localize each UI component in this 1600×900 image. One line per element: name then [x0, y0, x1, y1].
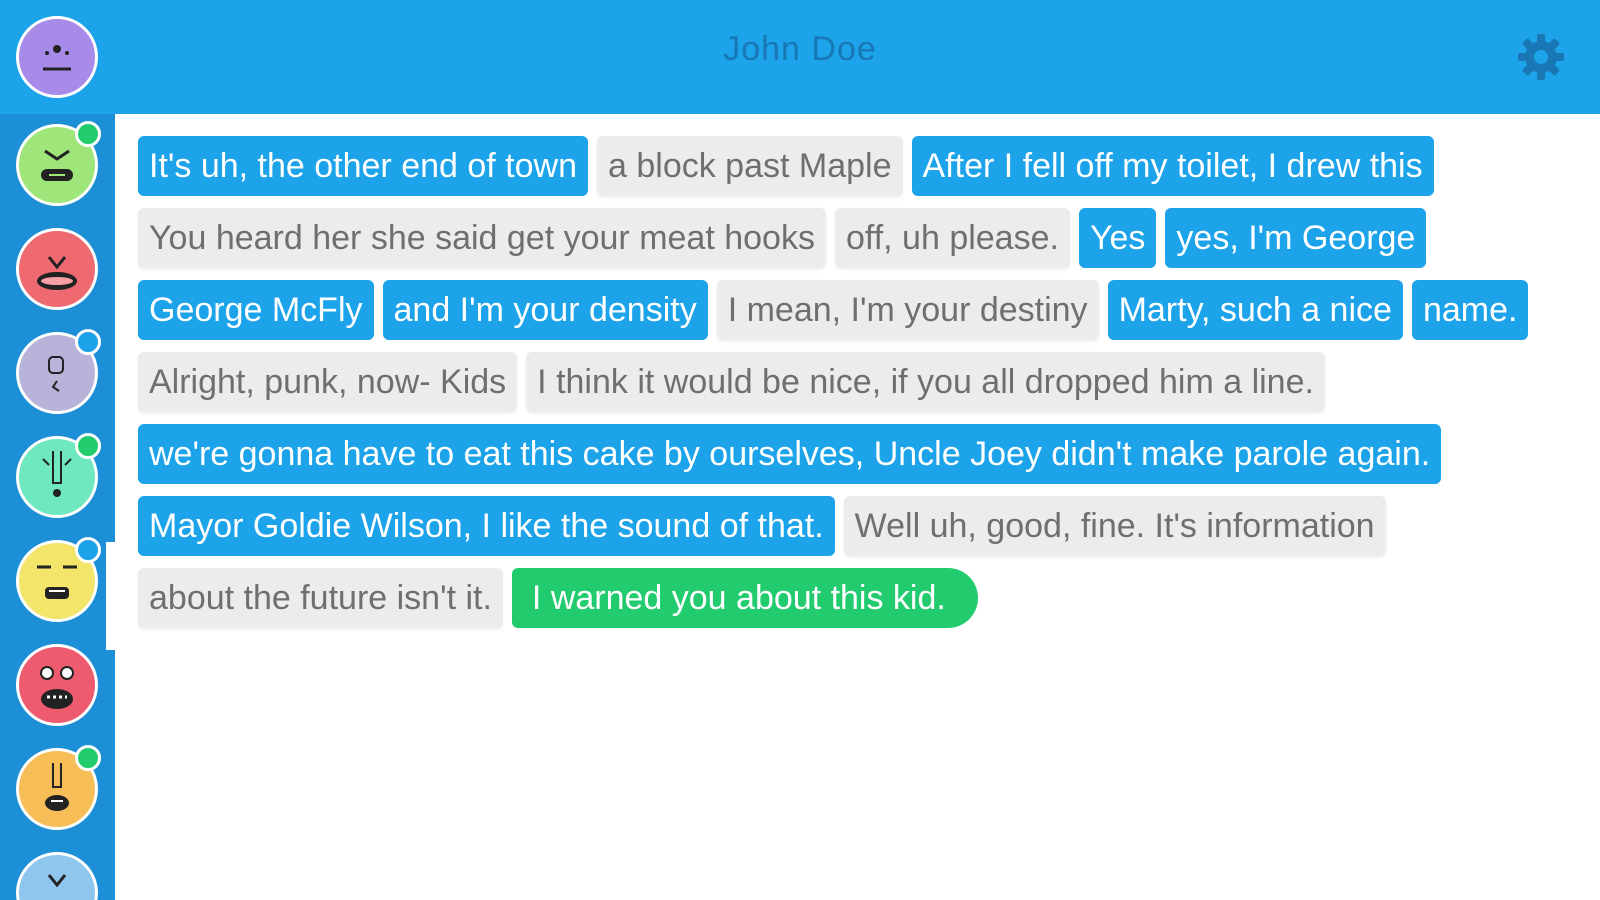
contact-avatar-crimson-face[interactable] [16, 644, 98, 726]
sent-message-bubble[interactable]: After I fell off my toilet, I drew this [911, 136, 1434, 196]
purple-face-icon [43, 45, 71, 71]
online-indicator [75, 433, 101, 459]
received-message-bubble[interactable]: I think it would be nice, if you all dro… [526, 352, 1325, 412]
received-message-bubble[interactable]: off, uh please. [834, 208, 1070, 268]
received-message-bubble[interactable]: Alright, punk, now- Kids [138, 352, 518, 412]
sent-message-bubble[interactable]: we're gonna have to eat this cake by our… [138, 424, 1442, 484]
contact-avatar-lavender-face[interactable] [16, 329, 101, 414]
received-message-bubble[interactable]: You heard her she said get your meat hoo… [138, 208, 826, 268]
sent-message-bubble[interactable]: name. [1411, 280, 1529, 340]
sent-message-bubble[interactable]: Mayor Goldie Wilson, I like the sound of… [138, 496, 835, 556]
sent-message-bubble[interactable]: yes, I'm George [1165, 208, 1427, 268]
active-contact-marker [106, 542, 115, 650]
contact-avatar-mint-face[interactable] [16, 433, 101, 518]
received-message-bubble[interactable]: about the future isn't it. [138, 568, 503, 628]
conversation-title: John Doe [723, 30, 877, 68]
message-area: It's uh, the other end of town a block pa… [138, 136, 1578, 640]
contact-avatar-blue-face[interactable] [16, 852, 98, 900]
crimson-face-icon [40, 666, 74, 709]
contact-avatar-purple-face[interactable] [16, 16, 98, 98]
unread-indicator [75, 329, 101, 355]
red-face-icon [37, 256, 77, 290]
sent-message-bubble[interactable]: and I'm your density [382, 280, 708, 340]
sent-message-bubble[interactable]: Yes [1078, 208, 1157, 268]
header-bar: John Doe [0, 0, 1600, 114]
contact-avatar-green-face[interactable] [16, 121, 101, 206]
received-message-bubble[interactable]: I mean, I'm your destiny [716, 280, 1099, 340]
blue-face-icon [47, 874, 67, 888]
unread-indicator [75, 537, 101, 563]
sent-message-bubble[interactable]: It's uh, the other end of town [138, 136, 588, 196]
received-message-bubble[interactable]: Well uh, good, fine. It's information [843, 496, 1386, 556]
gear-icon[interactable] [1516, 32, 1566, 82]
online-indicator [75, 121, 101, 147]
pending-message-bubble[interactable]: I warned you about this kid. [511, 568, 978, 628]
received-message-bubble[interactable]: a block past Maple [597, 136, 903, 196]
contact-avatar-red-face[interactable] [16, 228, 98, 310]
online-indicator [75, 745, 101, 771]
sent-message-bubble[interactable]: George McFly [138, 280, 374, 340]
sent-message-bubble[interactable]: Marty, such a nice [1107, 280, 1403, 340]
contact-avatar-orange-face[interactable] [16, 745, 101, 830]
contact-avatar-yellow-face[interactable] [16, 537, 101, 622]
